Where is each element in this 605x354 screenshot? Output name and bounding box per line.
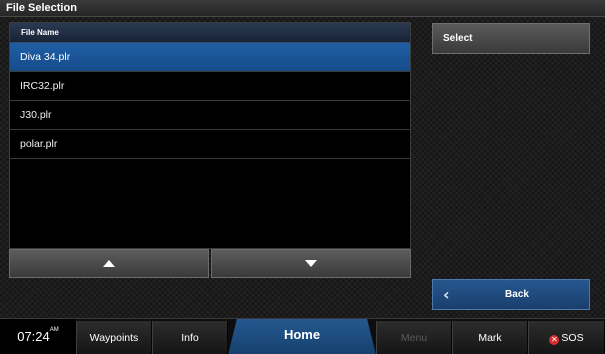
column-header-file-name[interactable]: File Name (10, 23, 410, 43)
file-row[interactable]: IRC32.plr (10, 72, 410, 101)
sos-button[interactable]: ✕ SOS (528, 321, 605, 354)
arrow-down-icon (305, 260, 317, 267)
back-button[interactable]: ‹ Back (432, 279, 590, 310)
arrow-up-icon (103, 260, 115, 267)
file-row[interactable]: J30.plr (10, 101, 410, 130)
waypoints-button[interactable]: Waypoints (76, 321, 152, 354)
scroll-down-button[interactable] (211, 249, 411, 278)
clock: 07:24AM (0, 319, 76, 354)
select-button[interactable]: Select (432, 23, 590, 54)
file-row[interactable]: polar.plr (10, 130, 410, 159)
file-list-panel: File Name Diva 34.plr IRC32.plr J30.plr … (9, 22, 411, 249)
back-button-label: Back (505, 289, 529, 300)
title-bar: File Selection (0, 0, 605, 17)
sos-label: SOS (561, 332, 584, 344)
home-button[interactable]: Home (228, 319, 376, 354)
sos-icon: ✕ (549, 335, 560, 345)
info-button[interactable]: Info (152, 321, 228, 354)
menu-button[interactable]: Menu (376, 321, 452, 354)
window-title: File Selection (6, 2, 77, 14)
clock-ampm: AM (49, 327, 59, 333)
clock-time: 07:24 (17, 329, 50, 344)
bottom-nav-bar: 07:24AM Waypoints Info Home Menu Mark ✕ S… (0, 318, 605, 354)
scroll-controls (9, 249, 411, 278)
scroll-up-button[interactable] (9, 249, 209, 278)
mark-button[interactable]: Mark (452, 321, 528, 354)
file-row[interactable]: Diva 34.plr (10, 43, 410, 72)
